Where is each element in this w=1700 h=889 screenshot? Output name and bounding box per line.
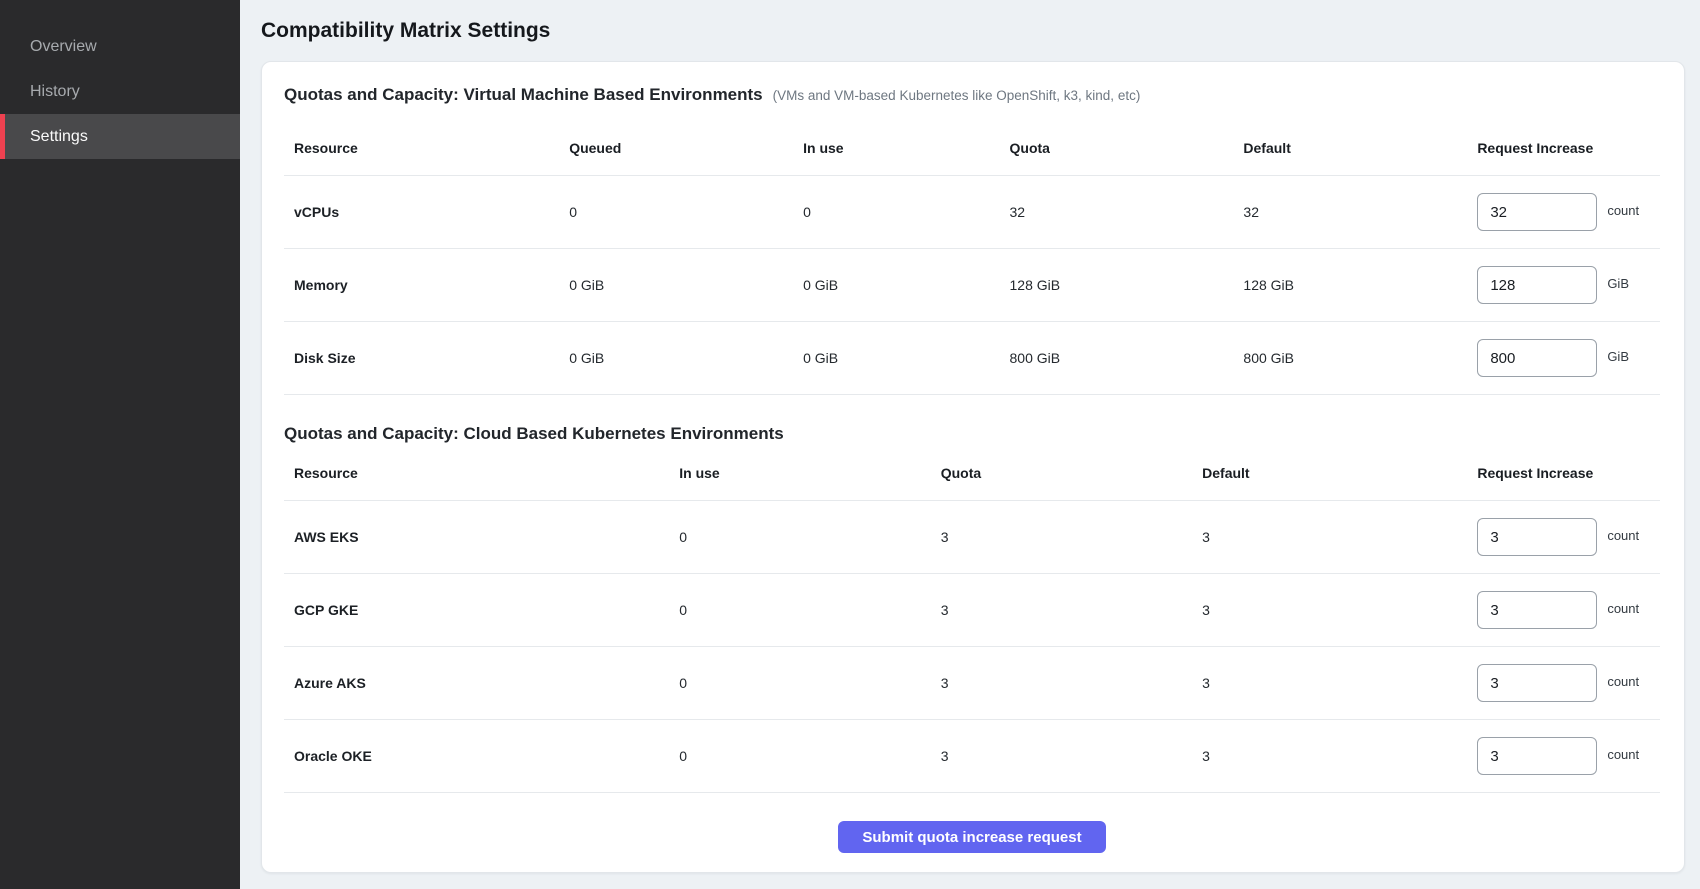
resource-name: AWS EKS xyxy=(284,501,669,574)
resource-name: Oracle OKE xyxy=(284,720,669,793)
resource-name: Disk Size xyxy=(284,322,559,395)
table-row: Memory0 GiB0 GiB128 GiB128 GiBGiB xyxy=(284,249,1660,322)
request-increase-input[interactable] xyxy=(1477,737,1597,775)
in-use-value: 0 xyxy=(669,720,930,793)
resource-name: Azure AKS xyxy=(284,647,669,720)
column-header-quota: Quota xyxy=(1000,126,1234,176)
column-header-quota: Quota xyxy=(931,451,1192,501)
in-use-value: 0 GiB xyxy=(793,249,999,322)
column-header-in-use: In use xyxy=(669,451,930,501)
column-header-queued: Queued xyxy=(559,126,793,176)
cloud-table-header: ResourceIn useQuotaDefaultRequest Increa… xyxy=(284,451,1660,501)
unit-label: count xyxy=(1607,674,1639,689)
default-value: 3 xyxy=(1192,720,1467,793)
quota-value: 800 GiB xyxy=(1000,322,1234,395)
vm-section-title: Quotas and Capacity: Virtual Machine Bas… xyxy=(284,84,763,106)
resource-name: vCPUs xyxy=(284,176,559,249)
resource-name: GCP GKE xyxy=(284,574,669,647)
request-increase-cell: count xyxy=(1467,176,1660,249)
submit-row: Submit quota increase request xyxy=(284,821,1660,853)
request-increase-input[interactable] xyxy=(1477,266,1597,304)
default-value: 32 xyxy=(1233,176,1467,249)
request-increase-input[interactable] xyxy=(1477,193,1597,231)
sidebar-item-label: Settings xyxy=(30,128,88,146)
request-increase-input[interactable] xyxy=(1477,664,1597,702)
sidebar-item-history[interactable]: History xyxy=(0,69,240,114)
cloud-quota-table: ResourceIn useQuotaDefaultRequest Increa… xyxy=(284,451,1660,793)
unit-label: count xyxy=(1607,601,1639,616)
default-value: 3 xyxy=(1192,501,1467,574)
table-row: Disk Size0 GiB0 GiB800 GiB800 GiBGiB xyxy=(284,322,1660,395)
default-value: 3 xyxy=(1192,647,1467,720)
table-row: vCPUs003232count xyxy=(284,176,1660,249)
column-header-in-use: In use xyxy=(793,126,999,176)
column-header-resource: Resource xyxy=(284,126,559,176)
table-row: AWS EKS033count xyxy=(284,501,1660,574)
unit-label: count xyxy=(1607,747,1639,762)
quota-value: 3 xyxy=(931,574,1192,647)
sidebar-item-label: Overview xyxy=(30,38,97,56)
unit-label: GiB xyxy=(1607,276,1629,291)
vm-section-note: (VMs and VM-based Kubernetes like OpenSh… xyxy=(773,88,1141,103)
request-increase-input[interactable] xyxy=(1477,518,1597,556)
queued-value: 0 xyxy=(559,176,793,249)
active-indicator xyxy=(0,114,5,159)
table-row: Azure AKS033count xyxy=(284,647,1660,720)
column-header-request-increase: Request Increase xyxy=(1467,451,1660,501)
default-value: 800 GiB xyxy=(1233,322,1467,395)
resource-name: Memory xyxy=(284,249,559,322)
cloud-section-header: Quotas and Capacity: Cloud Based Kuberne… xyxy=(284,423,1660,445)
in-use-value: 0 xyxy=(669,501,930,574)
page-title: Compatibility Matrix Settings xyxy=(261,18,1685,44)
cloud-section-title: Quotas and Capacity: Cloud Based Kuberne… xyxy=(284,423,784,445)
quota-value: 128 GiB xyxy=(1000,249,1234,322)
unit-label: count xyxy=(1607,203,1639,218)
request-increase-input[interactable] xyxy=(1477,339,1597,377)
sidebar-item-settings[interactable]: Settings xyxy=(0,114,240,159)
unit-label: GiB xyxy=(1607,349,1629,364)
settings-card: Quotas and Capacity: Virtual Machine Bas… xyxy=(261,61,1685,873)
default-value: 128 GiB xyxy=(1233,249,1467,322)
in-use-value: 0 GiB xyxy=(793,322,999,395)
column-header-default: Default xyxy=(1192,451,1467,501)
vm-quota-table: ResourceQueuedIn useQuotaDefaultRequest … xyxy=(284,126,1660,395)
sidebar: Overview History Settings xyxy=(0,0,240,889)
table-row: GCP GKE033count xyxy=(284,574,1660,647)
in-use-value: 0 xyxy=(793,176,999,249)
vm-table-header: ResourceQueuedIn useQuotaDefaultRequest … xyxy=(284,126,1660,176)
vm-section-header: Quotas and Capacity: Virtual Machine Bas… xyxy=(284,84,1660,106)
request-increase-cell: GiB xyxy=(1467,249,1660,322)
table-row: Oracle OKE033count xyxy=(284,720,1660,793)
submit-quota-button[interactable]: Submit quota increase request xyxy=(838,821,1105,853)
queued-value: 0 GiB xyxy=(559,322,793,395)
column-header-resource: Resource xyxy=(284,451,669,501)
request-increase-cell: count xyxy=(1467,574,1660,647)
request-increase-input[interactable] xyxy=(1477,591,1597,629)
request-increase-cell: count xyxy=(1467,501,1660,574)
unit-label: count xyxy=(1607,528,1639,543)
sidebar-item-overview[interactable]: Overview xyxy=(0,24,240,69)
default-value: 3 xyxy=(1192,574,1467,647)
sidebar-item-label: History xyxy=(30,83,80,101)
in-use-value: 0 xyxy=(669,647,930,720)
quota-value: 3 xyxy=(931,720,1192,793)
request-increase-cell: count xyxy=(1467,647,1660,720)
in-use-value: 0 xyxy=(669,574,930,647)
queued-value: 0 GiB xyxy=(559,249,793,322)
column-header-default: Default xyxy=(1233,126,1467,176)
request-increase-cell: GiB xyxy=(1467,322,1660,395)
main-content: Compatibility Matrix Settings Quotas and… xyxy=(240,0,1700,873)
quota-value: 3 xyxy=(931,501,1192,574)
request-increase-cell: count xyxy=(1467,720,1660,793)
column-header-request-increase: Request Increase xyxy=(1467,126,1660,176)
quota-value: 3 xyxy=(931,647,1192,720)
quota-value: 32 xyxy=(1000,176,1234,249)
